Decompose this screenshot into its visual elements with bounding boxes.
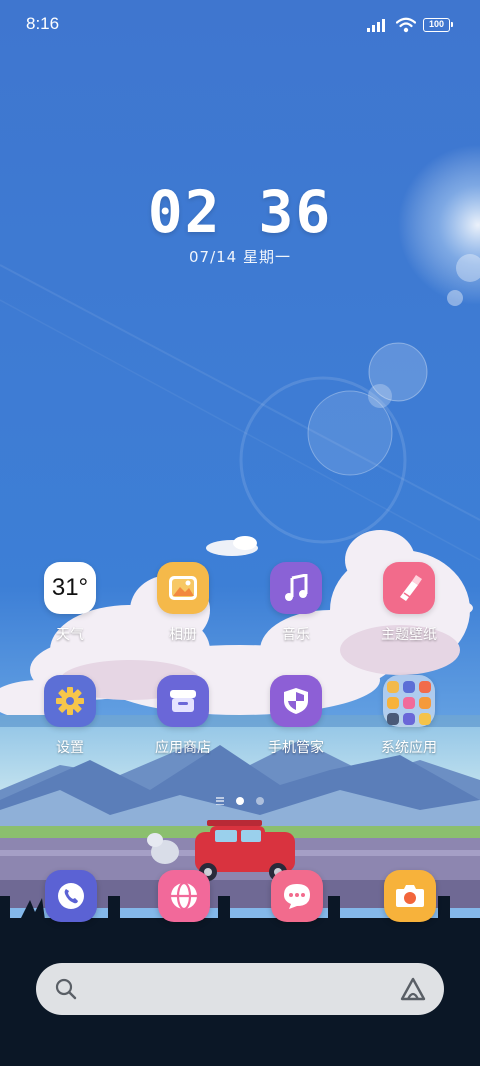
app-theme[interactable]: 主题壁纸 [353,562,465,662]
phone-icon [58,883,84,909]
app-music[interactable]: 音乐 [240,562,352,662]
clock-date[interactable]: 07/14 星期一 [0,246,480,267]
message-icon [284,884,310,909]
mini-app-icon [387,697,399,709]
app-label: 系统应用 [381,740,437,756]
app-weather[interactable]: 31° 天气 [14,562,126,662]
store-icon [157,675,209,727]
browser-icon [171,881,197,911]
page-dot-menu [216,797,224,805]
mini-app-icon [419,697,431,709]
page-indicator[interactable] [0,797,480,805]
assistant-icon[interactable] [398,976,428,1002]
status-time: 8:16 [26,14,60,33]
app-settings[interactable]: 设置 [14,675,126,775]
signal-icon [367,19,385,32]
dock-message[interactable] [271,870,323,922]
mini-app-icon [387,681,399,693]
app-label: 主题壁纸 [381,627,437,643]
page-dot [256,797,264,805]
gear-icon [44,675,96,727]
page-dot-active [236,797,244,805]
battery-icon: 100 [423,18,453,32]
app-label: 应用商店 [155,740,211,756]
dock-camera[interactable] [384,870,436,922]
mini-app-icon [403,697,415,709]
shield-icon [270,675,322,727]
folder-icon [383,675,435,727]
mini-app-icon [403,713,415,725]
status-bar: 8:16 100 [0,0,480,50]
music-icon [270,562,322,614]
app-label: 手机管家 [268,740,324,756]
app-store[interactable]: 应用商店 [127,675,239,775]
app-label: 设置 [56,740,84,756]
mini-app-icon [403,681,415,693]
status-icons: 100 [367,16,453,34]
camera-icon [396,885,424,907]
brush-icon [383,562,435,614]
app-label: 相册 [169,627,197,643]
gallery-icon [157,562,209,614]
app-label: 音乐 [282,627,310,643]
wifi-icon [396,17,416,33]
app-gallery[interactable]: 相册 [127,562,239,662]
app-system-folder[interactable]: 系统应用 [353,675,465,775]
weather-temp: 31° [51,574,89,601]
mini-app-icon [419,681,431,693]
weather-icon: 31° [44,562,96,614]
dock-browser[interactable] [158,870,210,922]
clock-time[interactable]: 02 36 [0,178,480,246]
search-icon[interactable] [54,977,78,1001]
app-label: 天气 [56,627,84,643]
app-manager[interactable]: 手机管家 [240,675,352,775]
dock-phone[interactable] [45,870,97,922]
mini-app-icon [387,713,399,725]
search-bar[interactable] [36,963,444,1015]
mini-app-icon [419,713,431,725]
